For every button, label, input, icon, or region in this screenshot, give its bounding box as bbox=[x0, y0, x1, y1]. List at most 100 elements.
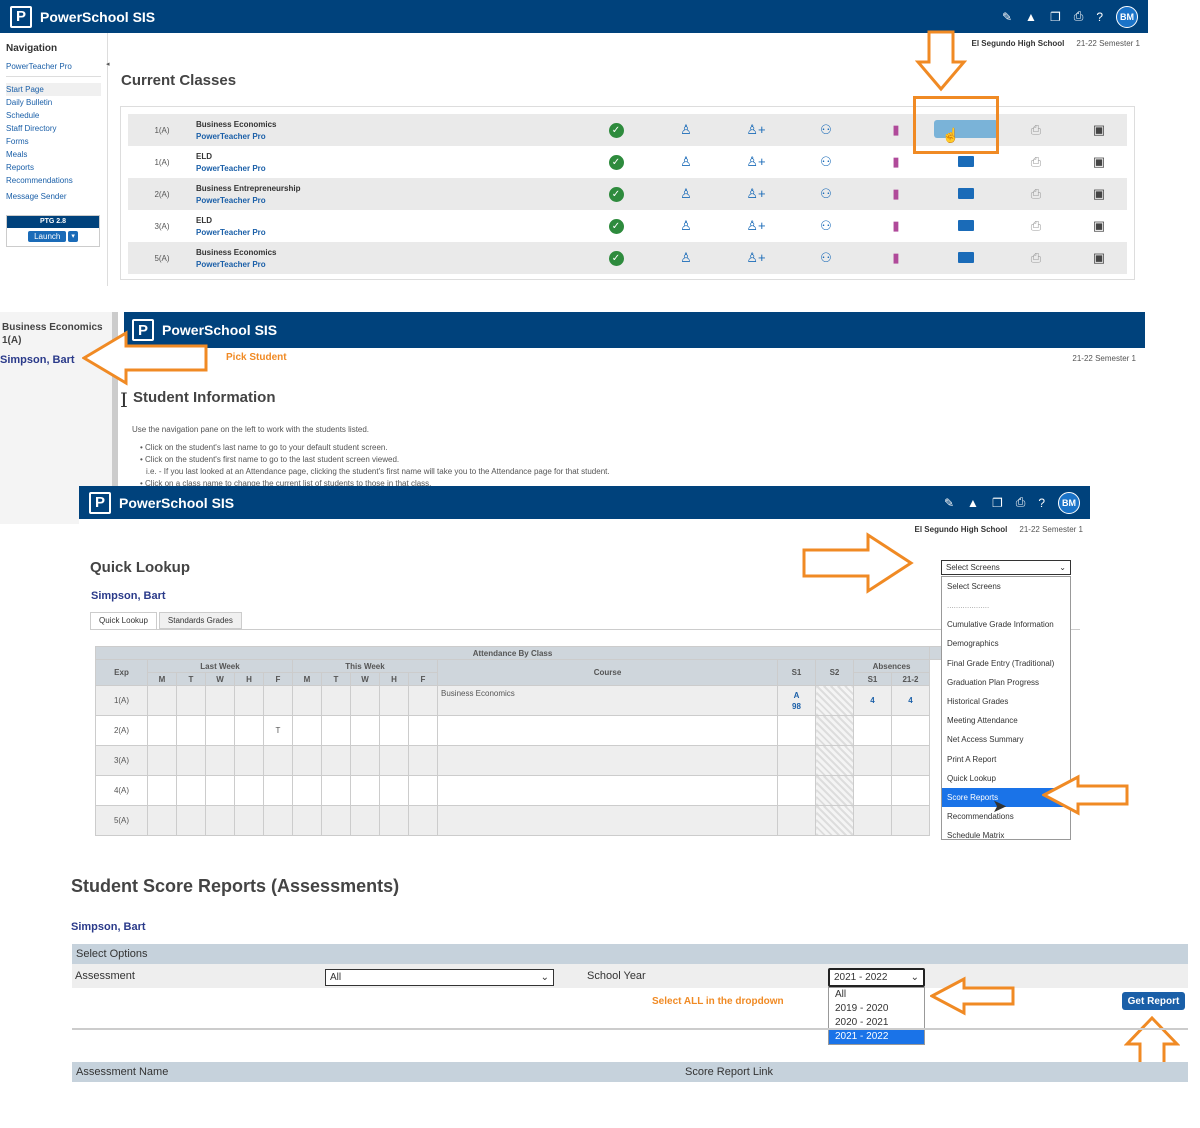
abs-year[interactable] bbox=[891, 715, 930, 746]
screen-option[interactable]: ................... bbox=[942, 596, 1070, 615]
screen-option[interactable]: Meeting Attendance bbox=[942, 711, 1070, 730]
s1-grade[interactable]: A bbox=[778, 690, 815, 701]
nav-forms[interactable]: Forms bbox=[6, 135, 101, 148]
abs-s1[interactable] bbox=[853, 715, 892, 746]
abs-s1[interactable] bbox=[853, 745, 892, 776]
powerteacher-pro-link[interactable]: PowerTeacher Pro bbox=[196, 132, 581, 141]
screen-option[interactable]: Historical Grades bbox=[942, 692, 1070, 711]
attendance-icon[interactable]: ♙ bbox=[680, 154, 692, 169]
year-option-2019[interactable]: 2019 - 2020 bbox=[829, 1002, 924, 1016]
nav-daily-bulletin[interactable]: Daily Bulletin bbox=[6, 96, 101, 109]
lunch-icon[interactable]: ▮ bbox=[892, 186, 899, 201]
student-info-card-icon[interactable] bbox=[958, 219, 974, 231]
screen-option[interactable]: Cumulative Grade Information bbox=[942, 615, 1070, 634]
row-course[interactable] bbox=[437, 715, 778, 746]
print-icon[interactable]: ⎙ bbox=[1031, 218, 1041, 233]
roster-icon[interactable]: ⚇ bbox=[820, 186, 832, 201]
print-icon[interactable]: ⎙ bbox=[1031, 250, 1041, 265]
abs-year[interactable] bbox=[891, 805, 930, 836]
attendance-icon[interactable]: ♙ bbox=[680, 186, 692, 201]
check-icon[interactable]: ✓ bbox=[608, 154, 624, 170]
help-icon[interactable]: ? bbox=[1038, 496, 1045, 510]
nav-start-page[interactable]: Start Page bbox=[6, 83, 101, 96]
year-option-all[interactable]: All bbox=[829, 988, 924, 1002]
student-info-card-icon[interactable] bbox=[958, 251, 974, 263]
powerteacher-pro-link[interactable]: PowerTeacher Pro bbox=[196, 164, 581, 173]
row-course[interactable]: Business Economics bbox=[437, 685, 778, 716]
nav-staff-directory[interactable]: Staff Directory bbox=[6, 122, 101, 135]
lunch-icon[interactable]: ▮ bbox=[892, 154, 899, 169]
lunch-icon[interactable]: ▮ bbox=[892, 122, 899, 137]
collapse-nav-icon[interactable]: ◂ bbox=[106, 60, 110, 68]
attendance-icon[interactable]: ♙ bbox=[680, 250, 692, 265]
print-icon[interactable]: ⎙ bbox=[1074, 9, 1084, 24]
screen-option[interactable]: Schedule Matrix bbox=[942, 826, 1070, 840]
assessment-select[interactable]: All ⌄ bbox=[325, 969, 554, 986]
class-name[interactable]: Business Entrepreneurship bbox=[196, 184, 581, 193]
check-icon[interactable]: ✓ bbox=[608, 218, 624, 234]
add-student-icon[interactable]: ♙+ bbox=[746, 154, 765, 169]
gradebook-icon[interactable]: ▣ bbox=[1093, 122, 1105, 137]
roster-icon[interactable]: ⚇ bbox=[820, 218, 832, 233]
check-icon[interactable]: ✓ bbox=[608, 250, 624, 266]
gradebook-icon[interactable]: ▣ bbox=[1093, 154, 1105, 169]
gradebook-icon[interactable]: ▣ bbox=[1093, 218, 1105, 233]
print-icon[interactable]: ⎙ bbox=[1031, 186, 1041, 201]
roster-icon[interactable]: ⚇ bbox=[820, 122, 832, 137]
check-icon[interactable]: ✓ bbox=[608, 122, 624, 138]
student-info-card-icon[interactable] bbox=[958, 155, 974, 167]
roster-icon[interactable]: ⚇ bbox=[820, 250, 832, 265]
add-student-icon[interactable]: ♙+ bbox=[746, 218, 765, 233]
print-icon[interactable]: ⎙ bbox=[1031, 122, 1041, 137]
school-year-select[interactable]: 2021 - 2022 ⌄ bbox=[828, 968, 925, 987]
alert-icon[interactable]: ▲ bbox=[1025, 10, 1037, 24]
tab-quick-lookup[interactable]: Quick Lookup bbox=[90, 612, 157, 629]
class-name[interactable]: Business Economics bbox=[196, 248, 581, 257]
add-student-icon[interactable]: ♙+ bbox=[746, 186, 765, 201]
screen-option[interactable]: Demographics bbox=[942, 634, 1070, 653]
screen-option[interactable]: Net Access Summary bbox=[942, 730, 1070, 749]
add-student-icon[interactable]: ♙+ bbox=[746, 122, 765, 137]
abs-year[interactable] bbox=[891, 775, 930, 806]
get-report-button[interactable]: Get Report bbox=[1122, 992, 1185, 1010]
print-icon[interactable]: ⎙ bbox=[1031, 154, 1041, 169]
screen-option[interactable]: Graduation Plan Progress bbox=[942, 673, 1070, 692]
lunch-icon[interactable]: ▮ bbox=[892, 218, 899, 233]
gradebook-icon[interactable]: ▣ bbox=[1093, 186, 1105, 201]
abs-year[interactable]: 4 bbox=[891, 685, 930, 716]
class-name[interactable]: Business Economics bbox=[196, 120, 581, 129]
avatar[interactable]: BM bbox=[1116, 5, 1138, 28]
nav-recommendations[interactable]: Recommendations bbox=[6, 174, 101, 187]
nav-reports[interactable]: Reports bbox=[6, 161, 101, 174]
attendance-icon[interactable]: ♙ bbox=[680, 122, 692, 137]
class-name[interactable]: ELD bbox=[196, 152, 581, 161]
print-icon[interactable]: ⎙ bbox=[1016, 495, 1026, 510]
abs-s1[interactable] bbox=[853, 775, 892, 806]
powerteacher-pro-link[interactable]: PowerTeacher Pro bbox=[196, 196, 581, 205]
row-course[interactable] bbox=[437, 775, 778, 806]
student-info-card-icon[interactable] bbox=[958, 187, 974, 199]
edit-icon[interactable]: ✎ bbox=[1002, 10, 1012, 24]
nav-schedule[interactable]: Schedule bbox=[6, 109, 101, 122]
row-course[interactable] bbox=[437, 745, 778, 776]
gradebook-icon[interactable]: ▣ bbox=[1093, 250, 1105, 265]
add-student-icon[interactable]: ♙+ bbox=[746, 250, 765, 265]
nav-message-sender[interactable]: Message Sender bbox=[6, 190, 101, 203]
powerteacher-pro-link[interactable]: PowerTeacher Pro bbox=[196, 260, 581, 269]
alert-icon[interactable]: ▲ bbox=[967, 496, 979, 510]
windows-icon[interactable]: ❐ bbox=[1050, 10, 1061, 24]
lunch-icon[interactable]: ▮ bbox=[892, 250, 899, 265]
tab-standards-grades[interactable]: Standards Grades bbox=[158, 612, 242, 629]
nav-powerteacher-pro[interactable]: PowerTeacher Pro bbox=[6, 60, 101, 77]
abs-year[interactable] bbox=[891, 745, 930, 776]
roster-icon[interactable]: ⚇ bbox=[820, 154, 832, 169]
class-name[interactable]: ELD bbox=[196, 216, 581, 225]
screen-option[interactable]: Print A Report bbox=[942, 750, 1070, 769]
edit-icon[interactable]: ✎ bbox=[944, 496, 954, 510]
screen-option[interactable]: Final Grade Entry (Traditional) bbox=[942, 654, 1070, 673]
powerteacher-pro-link[interactable]: PowerTeacher Pro bbox=[196, 228, 581, 237]
s1-percent[interactable]: 98 bbox=[778, 701, 815, 712]
help-icon[interactable]: ? bbox=[1096, 10, 1103, 24]
launch-dropdown-icon[interactable]: ▾ bbox=[68, 231, 78, 242]
launch-button[interactable]: Launch bbox=[28, 231, 67, 242]
